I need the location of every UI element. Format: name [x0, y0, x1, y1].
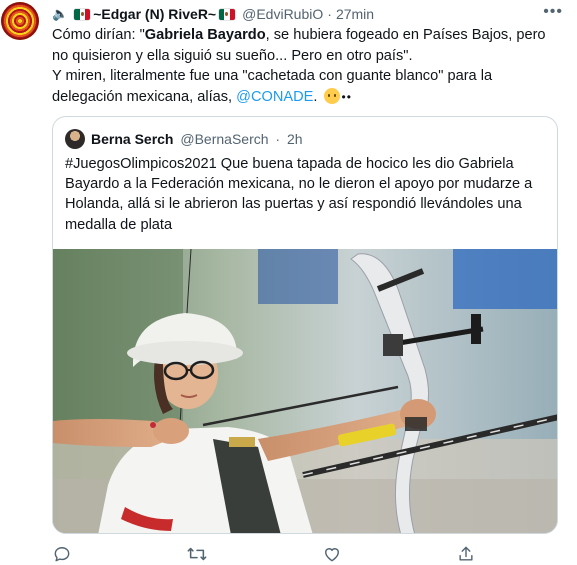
archer-photo[interactable]: [53, 249, 557, 533]
quoted-tweet-card[interactable]: Berna Serch @BernaSerch · 2h #JuegosOlim…: [52, 116, 558, 534]
face-emoji-icon: [323, 87, 340, 104]
quoted-tweet-timestamp[interactable]: 2h: [287, 131, 303, 147]
mexico-flag-icon: [74, 8, 91, 20]
author-avatar[interactable]: [1, 2, 39, 40]
separator-dot: ·: [327, 6, 332, 22]
quoted-tweet-header: Berna Serch @BernaSerch · 2h: [91, 131, 303, 147]
speaker-icon: 🔈: [52, 6, 69, 21]
author-display-name[interactable]: ~Edgar (N) RiveR~: [93, 6, 216, 22]
conade-mention-link[interactable]: @CONADE: [236, 89, 313, 105]
dots-emoji: ••: [341, 89, 352, 104]
quoted-tweet-text: #JuegosOlimpicos2021 Que buena tapada de…: [65, 156, 533, 233]
tweet-header: 🔈 ~Edgar (N) RiveR~ @EdviRubiO · 27min: [52, 4, 522, 24]
tweet-text-part: .: [313, 88, 318, 105]
quoted-author-handle[interactable]: @BernaSerch: [180, 131, 268, 147]
reply-icon[interactable]: [52, 544, 74, 564]
archer-photo-illustration: [53, 249, 557, 533]
share-icon[interactable]: [456, 544, 478, 564]
like-icon[interactable]: [322, 544, 344, 564]
author-handle[interactable]: @EdviRubiO: [242, 6, 323, 22]
tweet-text-part: Cómo dirían: ": [52, 27, 145, 43]
mexico-flag-icon: [219, 8, 236, 20]
more-options-icon[interactable]: •••: [543, 3, 563, 21]
retweet-icon[interactable]: [186, 544, 208, 564]
quoted-author-avatar[interactable]: [65, 129, 85, 149]
quoted-author-name[interactable]: Berna Serch: [91, 131, 173, 147]
tweet-text-bold: Gabriela Bayardo: [144, 27, 266, 43]
tweet-text: Cómo dirían: "Gabriela Bayardo, se hubie…: [52, 25, 562, 107]
tweet-timestamp[interactable]: 27min: [336, 6, 374, 22]
tweet-actions: [52, 544, 482, 564]
separator-dot: ·: [275, 131, 281, 147]
